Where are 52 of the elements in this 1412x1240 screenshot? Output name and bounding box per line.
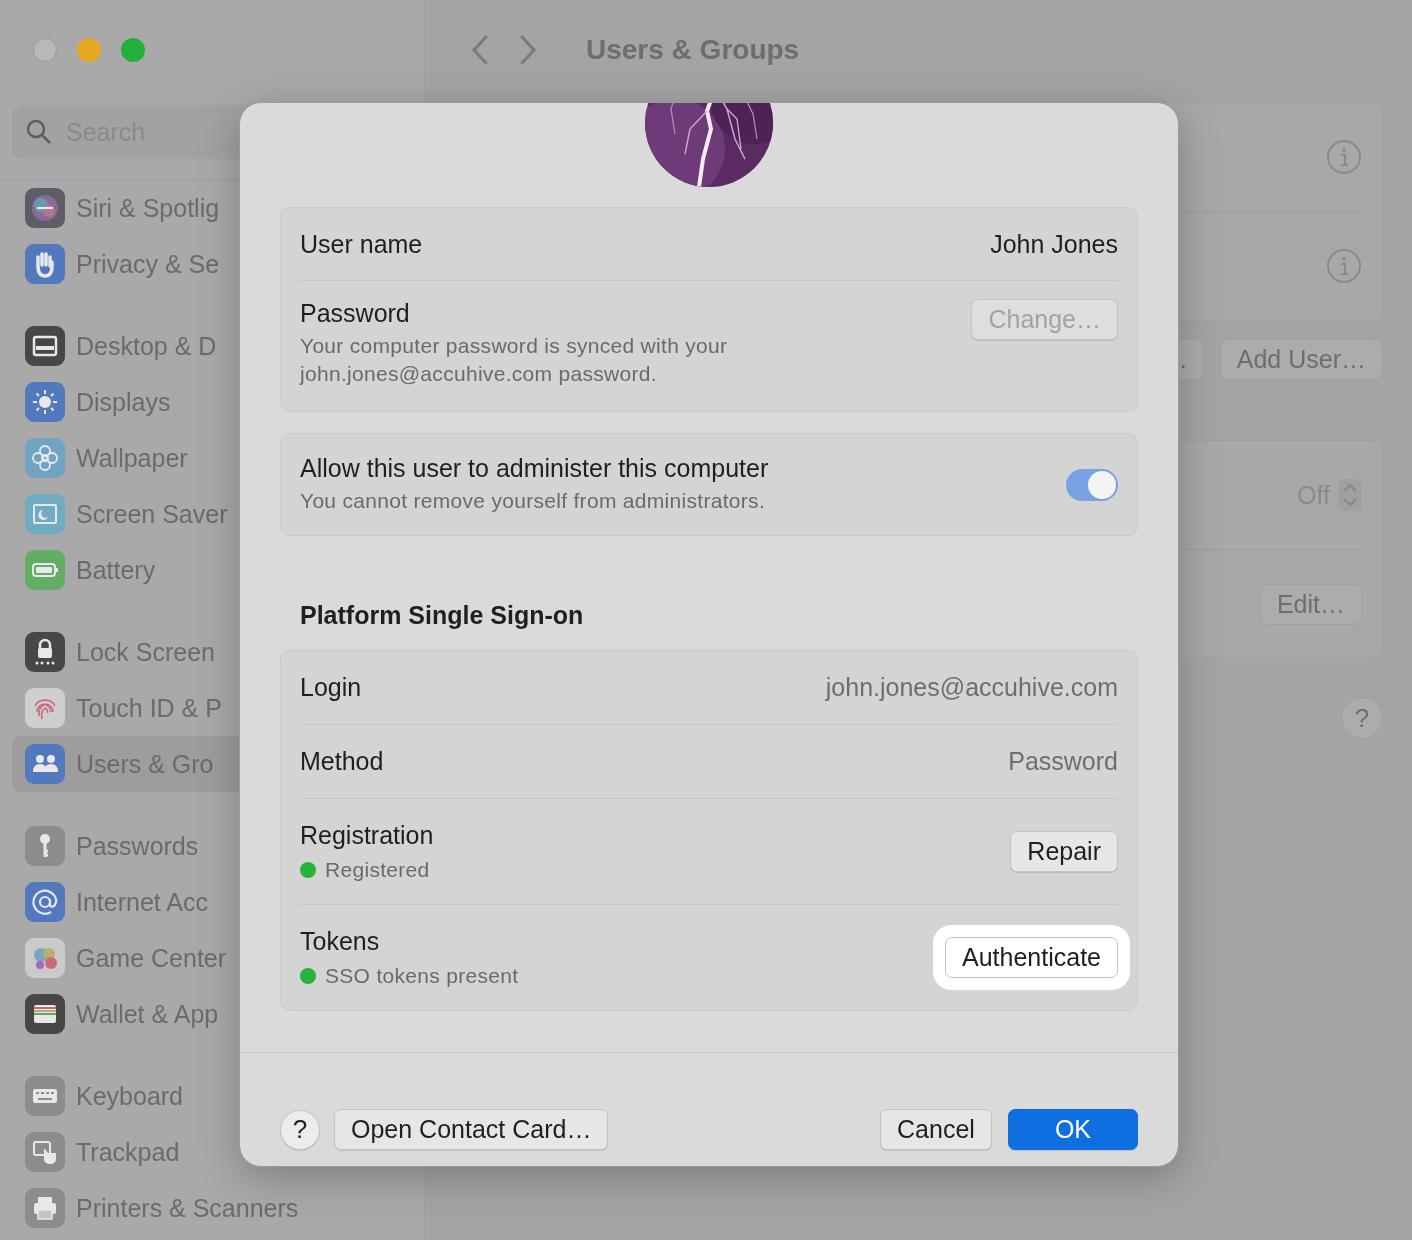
zoom-button[interactable]: [121, 38, 145, 62]
password-description: Your computer password is synced with your john.jones@accuhive.com password.: [300, 333, 729, 387]
info-icon[interactable]: [1326, 139, 1362, 175]
status-text: SSO tokens present: [325, 964, 519, 988]
info-icon[interactable]: [1326, 248, 1362, 284]
window-icon: [25, 326, 65, 366]
minimize-button[interactable]: [77, 38, 101, 62]
at-sign-icon: [25, 882, 65, 922]
printer-icon: [25, 1188, 65, 1228]
admin-toggle[interactable]: [1066, 468, 1118, 501]
help-button[interactable]: ?: [1341, 697, 1383, 739]
status-text: Registered: [325, 858, 430, 882]
field-label: Registration: [300, 821, 434, 850]
search-icon: [26, 119, 52, 145]
battery-icon: [25, 550, 65, 590]
help-button[interactable]: ?: [280, 1109, 320, 1150]
pointer-hand-icon: [25, 1132, 65, 1172]
field-label: Password: [300, 299, 411, 328]
fingerprint-icon: [25, 688, 65, 728]
keyboard-icon: [25, 1076, 65, 1116]
sun-icon: [25, 382, 65, 422]
ok-button[interactable]: OK: [1007, 1109, 1138, 1150]
section-heading: Platform Single Sign-on: [300, 601, 585, 630]
wallet-icon: [25, 994, 65, 1034]
orb-icon: [25, 188, 65, 228]
sidebar-item[interactable]: Battery: [12, 542, 412, 598]
lock-icon: [25, 632, 65, 672]
people-icon: [25, 744, 65, 784]
flower-icon: [25, 438, 65, 478]
button[interactable]: Add User…: [1219, 339, 1383, 380]
key-icon: [25, 826, 65, 866]
field-value: john.jones@accuhive.com: [825, 673, 1118, 702]
back-icon[interactable]: [470, 34, 490, 66]
stepper-icon: [1338, 479, 1362, 511]
contact-card-button[interactable]: Open Contact Card…: [334, 1109, 609, 1150]
repair-button[interactable]: Repair: [1010, 831, 1118, 872]
moon-frame-icon: [25, 494, 65, 534]
hand-icon: [25, 244, 65, 284]
user-name-value: John Jones: [990, 229, 1118, 259]
field-value: Password: [1008, 747, 1118, 776]
admin-label: Allow this user to administer this computer: [300, 454, 769, 483]
sidebar-item[interactable]: Wallet & App: [12, 986, 412, 1042]
cancel-button[interactable]: Cancel: [880, 1109, 992, 1150]
field-label: Login: [300, 673, 362, 702]
field-label: Tokens: [300, 927, 381, 956]
sidebar-item[interactable]: Printers & Scanners: [12, 1180, 412, 1236]
forward-icon[interactable]: [518, 34, 538, 66]
bubbles-icon: [25, 938, 65, 978]
close-button[interactable]: [33, 38, 57, 62]
field-label: Method: [300, 747, 384, 776]
admin-description: You cannot remove yourself from administrators.: [300, 488, 767, 514]
edit-button[interactable]: Edit…: [1259, 583, 1362, 625]
